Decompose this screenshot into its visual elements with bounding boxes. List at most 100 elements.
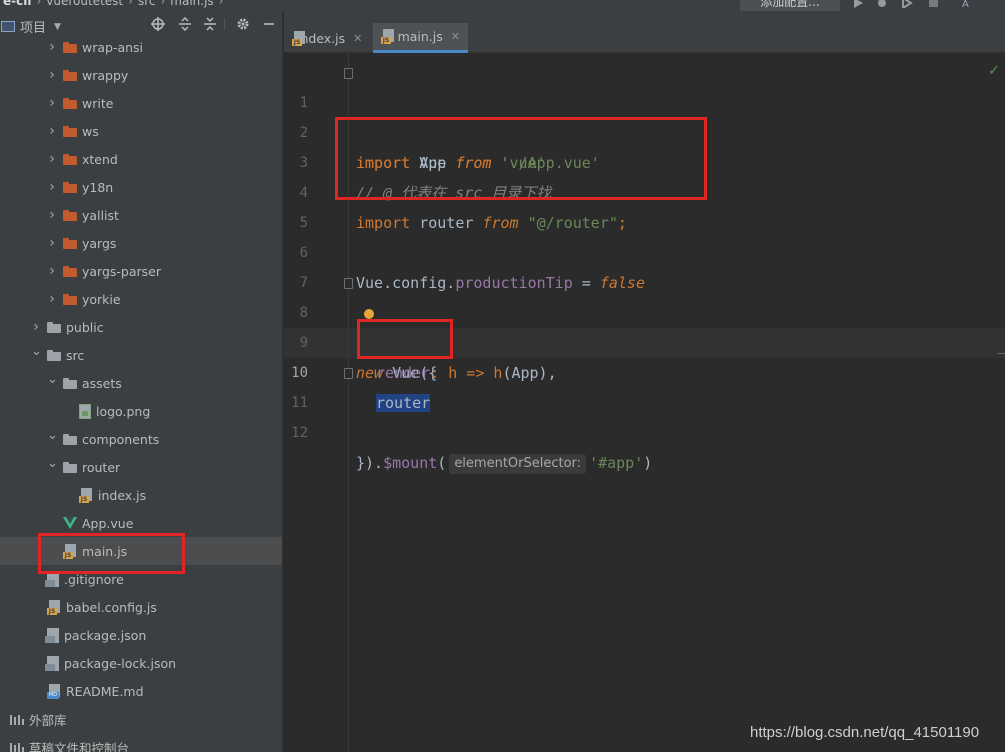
debug-icon[interactable] bbox=[876, 0, 888, 8]
tree-item[interactable]: App.vue bbox=[0, 509, 282, 537]
tree-item-label: write bbox=[82, 95, 114, 111]
fold-marker-icon[interactable] bbox=[344, 368, 353, 379]
tree-item-label: wrappy bbox=[82, 67, 129, 83]
tree-item[interactable]: MD README.md bbox=[0, 677, 282, 705]
breadcrumb-folder[interactable]: src bbox=[135, 0, 159, 8]
line-number: 12 bbox=[291, 425, 308, 441]
vue-file-icon bbox=[63, 517, 77, 529]
tree-item-label: index.js bbox=[98, 487, 147, 503]
tree-item[interactable]: › wrappy bbox=[0, 61, 282, 89]
tree-item[interactable]: ⌄ router bbox=[0, 453, 282, 481]
file-icon bbox=[45, 627, 59, 643]
folder-icon bbox=[63, 125, 77, 137]
coverage-icon[interactable] bbox=[901, 0, 913, 8]
tree-item[interactable]: ⌄ src bbox=[0, 341, 282, 369]
close-icon[interactable]: ✕ bbox=[451, 30, 460, 43]
folder-icon bbox=[63, 293, 77, 305]
expand-all-icon[interactable] bbox=[178, 17, 192, 31]
chevron-down-icon[interactable]: ⌄ bbox=[47, 428, 58, 443]
tree-item[interactable]: JS main.js bbox=[0, 537, 282, 565]
folder-icon bbox=[63, 377, 77, 389]
chevron-right-icon[interactable]: › bbox=[47, 235, 57, 251]
parameter-hint: elementOrSelector: bbox=[449, 454, 587, 474]
fold-marker-icon[interactable] bbox=[344, 68, 353, 79]
code-line-9: 9 render: h => h(App), bbox=[284, 298, 1005, 382]
chevron-down-icon[interactable]: ⌄ bbox=[31, 344, 42, 359]
tab-label: main.js bbox=[397, 29, 443, 44]
lightbulb-icon[interactable] bbox=[364, 309, 374, 319]
tree-item[interactable]: ⌄ assets bbox=[0, 369, 282, 397]
tree-item-label: yallist bbox=[82, 207, 119, 223]
tree-item[interactable]: › yorkie bbox=[0, 285, 282, 313]
tree-item[interactable]: › y18n bbox=[0, 173, 282, 201]
breadcrumb-file[interactable]: main.js bbox=[167, 0, 216, 8]
code-line-10: 10 router bbox=[284, 328, 1005, 412]
tree-item[interactable]: › yargs-parser bbox=[0, 257, 282, 285]
hide-panel-icon[interactable] bbox=[262, 17, 276, 31]
code-line-12: 12 bbox=[284, 388, 1005, 441]
translate-icon[interactable]: A bbox=[962, 0, 974, 8]
chevron-right-icon[interactable]: › bbox=[31, 319, 41, 335]
breadcrumb-bar: e-cli › vueroutetest › src › main.js › 添… bbox=[0, 0, 1005, 11]
tree-item[interactable]: logo.png bbox=[0, 397, 282, 425]
folder-icon bbox=[63, 97, 77, 109]
chevron-right-icon[interactable]: › bbox=[47, 95, 57, 111]
stop-icon[interactable] bbox=[928, 0, 940, 8]
tree-item-label: yargs-parser bbox=[82, 263, 162, 279]
project-panel: 项目 ▼ › wrap-ansi › wrappy › write › ws › xtend › y1… bbox=[0, 11, 283, 752]
tree-item[interactable]: › wrap-ansi bbox=[0, 33, 282, 61]
chevron-down-icon[interactable]: ⌄ bbox=[47, 372, 58, 387]
header-divider bbox=[224, 18, 225, 30]
js-file-icon: JS bbox=[47, 599, 61, 615]
tree-item-label: 外部库 bbox=[29, 712, 67, 728]
chevron-down-icon[interactable]: ⌄ bbox=[47, 456, 58, 471]
tree-item-scratches[interactable]: 草稿文件和控制台 bbox=[0, 733, 282, 752]
tree-item[interactable]: › yallist bbox=[0, 201, 282, 229]
code-line-3: 3 // @ 代表在 src 目录下找 bbox=[284, 118, 1005, 202]
tab-index-js[interactable]: JS index.js ✕ bbox=[284, 23, 370, 53]
tree-item[interactable]: › xtend bbox=[0, 145, 282, 173]
close-icon[interactable]: ✕ bbox=[353, 32, 362, 45]
run-config-button[interactable]: 添加配置... bbox=[740, 0, 840, 11]
tree-item[interactable]: › write bbox=[0, 89, 282, 117]
code-editor[interactable]: ✓ 1 import Vue from 'vue' 2 import App f… bbox=[284, 53, 1005, 752]
chevron-right-icon[interactable]: › bbox=[47, 67, 57, 83]
chevron-right-icon[interactable]: › bbox=[47, 39, 57, 55]
collapse-all-icon[interactable] bbox=[203, 17, 217, 31]
chevron-right-icon[interactable]: › bbox=[47, 291, 57, 307]
tree-item[interactable]: › public bbox=[0, 313, 282, 341]
tree-item[interactable]: ⌄ components bbox=[0, 425, 282, 453]
run-icon[interactable] bbox=[852, 0, 864, 8]
tree-item-label: main.js bbox=[82, 543, 128, 559]
code-line-7: 7 bbox=[284, 238, 1005, 291]
chevron-right-icon[interactable]: › bbox=[47, 207, 57, 223]
tree-item[interactable]: .gitignore bbox=[0, 565, 282, 593]
tree-item[interactable]: package.json bbox=[0, 621, 282, 649]
fold-marker-icon[interactable] bbox=[344, 278, 353, 289]
tree-item-label: README.md bbox=[66, 683, 144, 699]
tree-item[interactable]: › yargs bbox=[0, 229, 282, 257]
tab-main-js[interactable]: JS main.js ✕ bbox=[373, 23, 468, 53]
tree-item[interactable]: JS index.js bbox=[0, 481, 282, 509]
tree-item-label: y18n bbox=[82, 179, 114, 195]
tree-item[interactable]: JS babel.config.js bbox=[0, 593, 282, 621]
tree-item[interactable]: package-lock.json bbox=[0, 649, 282, 677]
chevron-right-icon[interactable]: › bbox=[47, 263, 57, 279]
breadcrumb-separator-icon: › bbox=[160, 0, 166, 8]
gear-icon[interactable] bbox=[236, 17, 250, 31]
markdown-file-icon: MD bbox=[47, 683, 61, 699]
tree-item-label: src bbox=[66, 347, 85, 363]
chevron-right-icon[interactable]: › bbox=[47, 151, 57, 167]
breadcrumb-separator-icon: › bbox=[36, 0, 42, 8]
tree-item[interactable]: › ws bbox=[0, 117, 282, 145]
folder-icon bbox=[63, 265, 77, 277]
tree-item-label: package.json bbox=[64, 627, 147, 643]
breadcrumb-root[interactable]: e-cli bbox=[0, 0, 34, 8]
chevron-right-icon[interactable]: › bbox=[47, 123, 57, 139]
locate-icon[interactable] bbox=[151, 17, 165, 31]
breadcrumb-project[interactable]: vueroutetest bbox=[43, 0, 126, 8]
tree-item-external-libraries[interactable]: 外部库 bbox=[0, 705, 282, 733]
js-file-icon: JS bbox=[79, 487, 93, 503]
punctuation: }). bbox=[356, 454, 384, 472]
chevron-right-icon[interactable]: › bbox=[47, 179, 57, 195]
